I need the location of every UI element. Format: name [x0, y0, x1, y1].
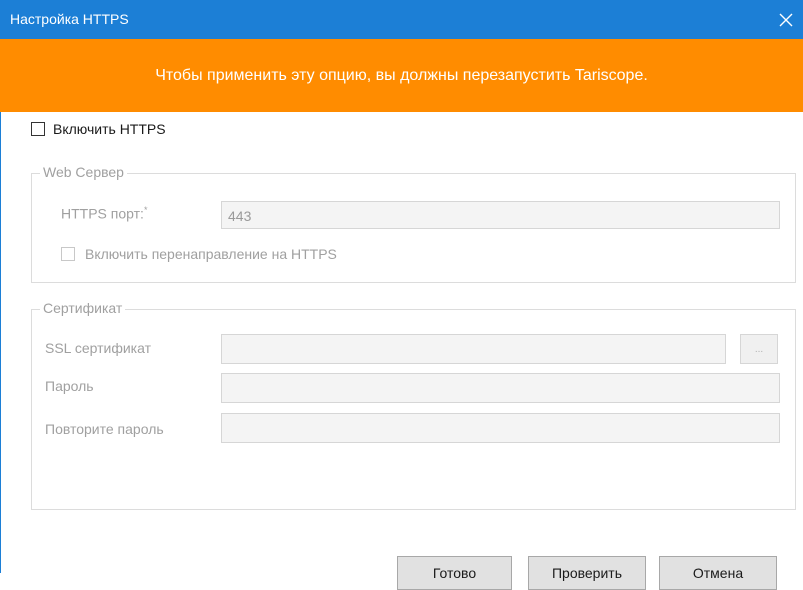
title-bar: Настройка HTTPS	[0, 0, 803, 39]
https-redirect-checkbox[interactable]: Включить перенаправление на HTTPS	[61, 246, 337, 262]
browse-certificate-button[interactable]: ...	[740, 334, 778, 364]
done-button[interactable]: Готово	[397, 556, 512, 590]
window-border	[0, 39, 1, 573]
close-icon	[779, 13, 793, 26]
https-port-input[interactable]: 443	[221, 201, 780, 229]
required-mark: *	[143, 205, 148, 215]
banner-text: Чтобы применить эту опцию, вы должны пер…	[155, 66, 648, 84]
redirect-checkbox-box[interactable]	[61, 247, 75, 261]
cancel-button[interactable]: Отмена	[659, 556, 777, 590]
https-port-label: HTTPS порт:*	[61, 205, 148, 222]
check-label: Проверить	[551, 565, 622, 581]
check-button[interactable]: Проверить	[528, 556, 646, 590]
close-button[interactable]	[769, 0, 803, 39]
repeat-password-input[interactable]	[221, 413, 780, 443]
repeat-password-label: Повторите пароль	[45, 421, 164, 437]
done-label: Готово	[432, 565, 477, 581]
password-input[interactable]	[221, 373, 780, 403]
checkbox-box[interactable]	[31, 122, 45, 136]
enable-https-checkbox[interactable]: Включить HTTPS	[31, 121, 166, 137]
web-server-legend: Web Сервер	[40, 164, 127, 180]
certificate-legend: Сертификат	[40, 300, 126, 316]
https-port-value: 443	[228, 208, 252, 224]
cancel-label: Отмена	[692, 565, 744, 581]
restart-warning-banner: Чтобы применить эту опцию, вы должны пер…	[0, 39, 803, 112]
browse-label: ...	[754, 343, 764, 355]
redirect-label: Включить перенаправление на HTTPS	[85, 246, 337, 262]
window-title: Настройка HTTPS	[10, 11, 129, 27]
enable-https-label: Включить HTTPS	[53, 121, 166, 137]
ssl-certificate-input[interactable]	[221, 334, 726, 364]
password-label: Пароль	[45, 378, 94, 394]
ssl-certificate-label: SSL сертификат	[45, 340, 151, 356]
https-settings-dialog: Настройка HTTPS Чтобы применить эту опци…	[0, 0, 803, 590]
